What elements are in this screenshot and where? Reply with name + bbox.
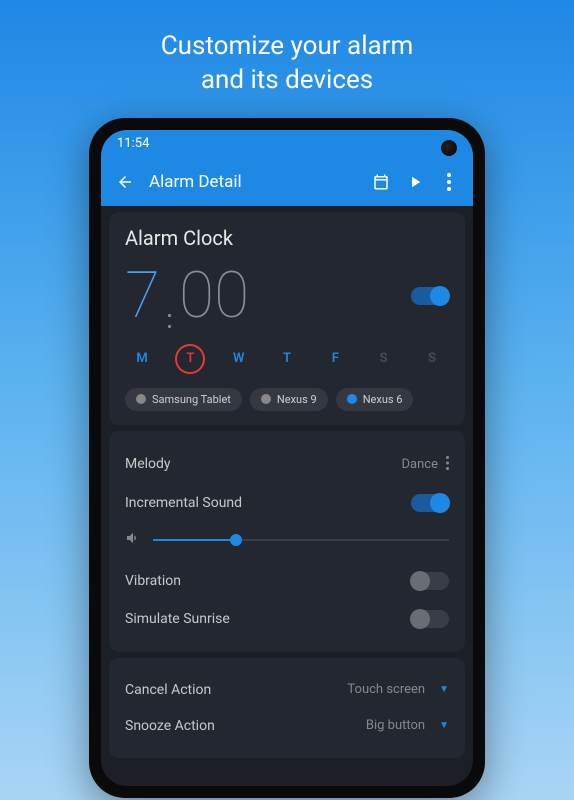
- snooze-action-value: Big button: [366, 718, 425, 733]
- volume-slider-row: [125, 522, 449, 562]
- volume-icon: [125, 530, 141, 550]
- day-sat[interactable]: S: [369, 344, 399, 374]
- device-dot-icon: [347, 394, 357, 404]
- vibration-label: Vibration: [125, 573, 181, 589]
- page-title: Alarm Detail: [149, 172, 357, 192]
- alarm-minute: 00: [179, 264, 249, 328]
- calendar-icon[interactable]: [371, 172, 391, 192]
- vibration-row: Vibration: [125, 562, 449, 600]
- device-dot-icon: [136, 394, 146, 404]
- device-dot-icon: [261, 394, 271, 404]
- time-separator-icon: [168, 314, 171, 328]
- actions-card: Cancel Action Touch screen ▼ Snooze Actio…: [109, 658, 465, 758]
- day-tue[interactable]: T: [175, 344, 205, 374]
- sunrise-toggle[interactable]: [411, 610, 449, 628]
- melody-row[interactable]: Melody Dance: [125, 445, 449, 484]
- more-icon[interactable]: [439, 172, 459, 192]
- promo-title: Customize your alarm and its devices: [0, 0, 574, 118]
- status-time: 11:54: [117, 136, 149, 151]
- slider-thumb-icon: [230, 534, 242, 546]
- sunrise-row: Simulate Sunrise: [125, 600, 449, 638]
- cancel-action-row[interactable]: Cancel Action Touch screen ▼: [125, 672, 449, 708]
- chevron-down-icon: ▼: [439, 684, 449, 695]
- devices-row: Samsung Tablet Nexus 9 Nexus 6: [125, 388, 449, 411]
- device-chip[interactable]: Nexus 9: [250, 388, 328, 411]
- alarm-enabled-toggle[interactable]: [411, 287, 449, 305]
- back-icon[interactable]: [115, 172, 135, 192]
- sunrise-label: Simulate Sunrise: [125, 611, 230, 627]
- app-bar: Alarm Detail: [101, 158, 473, 206]
- alarm-card: Alarm Clock 7 00 M T W T F S S: [109, 212, 465, 425]
- phone-frame: 11:54 Alarm Detail Alarm Clock 7: [89, 118, 485, 798]
- play-icon[interactable]: [405, 172, 425, 192]
- incremental-sound-row: Incremental Sound: [125, 484, 449, 522]
- phone-screen: 11:54 Alarm Detail Alarm Clock 7: [101, 130, 473, 786]
- melody-label: Melody: [125, 456, 171, 472]
- days-row: M T W T F S S: [125, 344, 449, 374]
- volume-slider[interactable]: [153, 539, 449, 541]
- incremental-label: Incremental Sound: [125, 495, 242, 511]
- vibration-toggle[interactable]: [411, 572, 449, 590]
- snooze-action-row[interactable]: Snooze Action Big button ▼: [125, 708, 449, 744]
- day-wed[interactable]: W: [224, 344, 254, 374]
- time-picker[interactable]: 7 00: [125, 264, 249, 328]
- day-fri[interactable]: F: [320, 344, 350, 374]
- melody-more-icon[interactable]: [446, 455, 449, 474]
- chevron-down-icon: ▼: [439, 720, 449, 731]
- device-chip[interactable]: Nexus 6: [336, 388, 414, 411]
- alarm-name[interactable]: Alarm Clock: [125, 226, 449, 250]
- incremental-toggle[interactable]: [411, 494, 449, 512]
- cancel-action-label: Cancel Action: [125, 682, 211, 698]
- day-mon[interactable]: M: [127, 344, 157, 374]
- cancel-action-value: Touch screen: [347, 682, 425, 697]
- snooze-action-label: Snooze Action: [125, 718, 215, 734]
- alarm-hour: 7: [125, 264, 160, 328]
- status-bar: 11:54: [101, 130, 473, 158]
- sound-card: Melody Dance Incremental Sound: [109, 431, 465, 652]
- melody-value: Dance: [402, 457, 438, 472]
- day-thu[interactable]: T: [272, 344, 302, 374]
- day-sun[interactable]: S: [417, 344, 447, 374]
- device-chip[interactable]: Samsung Tablet: [125, 388, 242, 411]
